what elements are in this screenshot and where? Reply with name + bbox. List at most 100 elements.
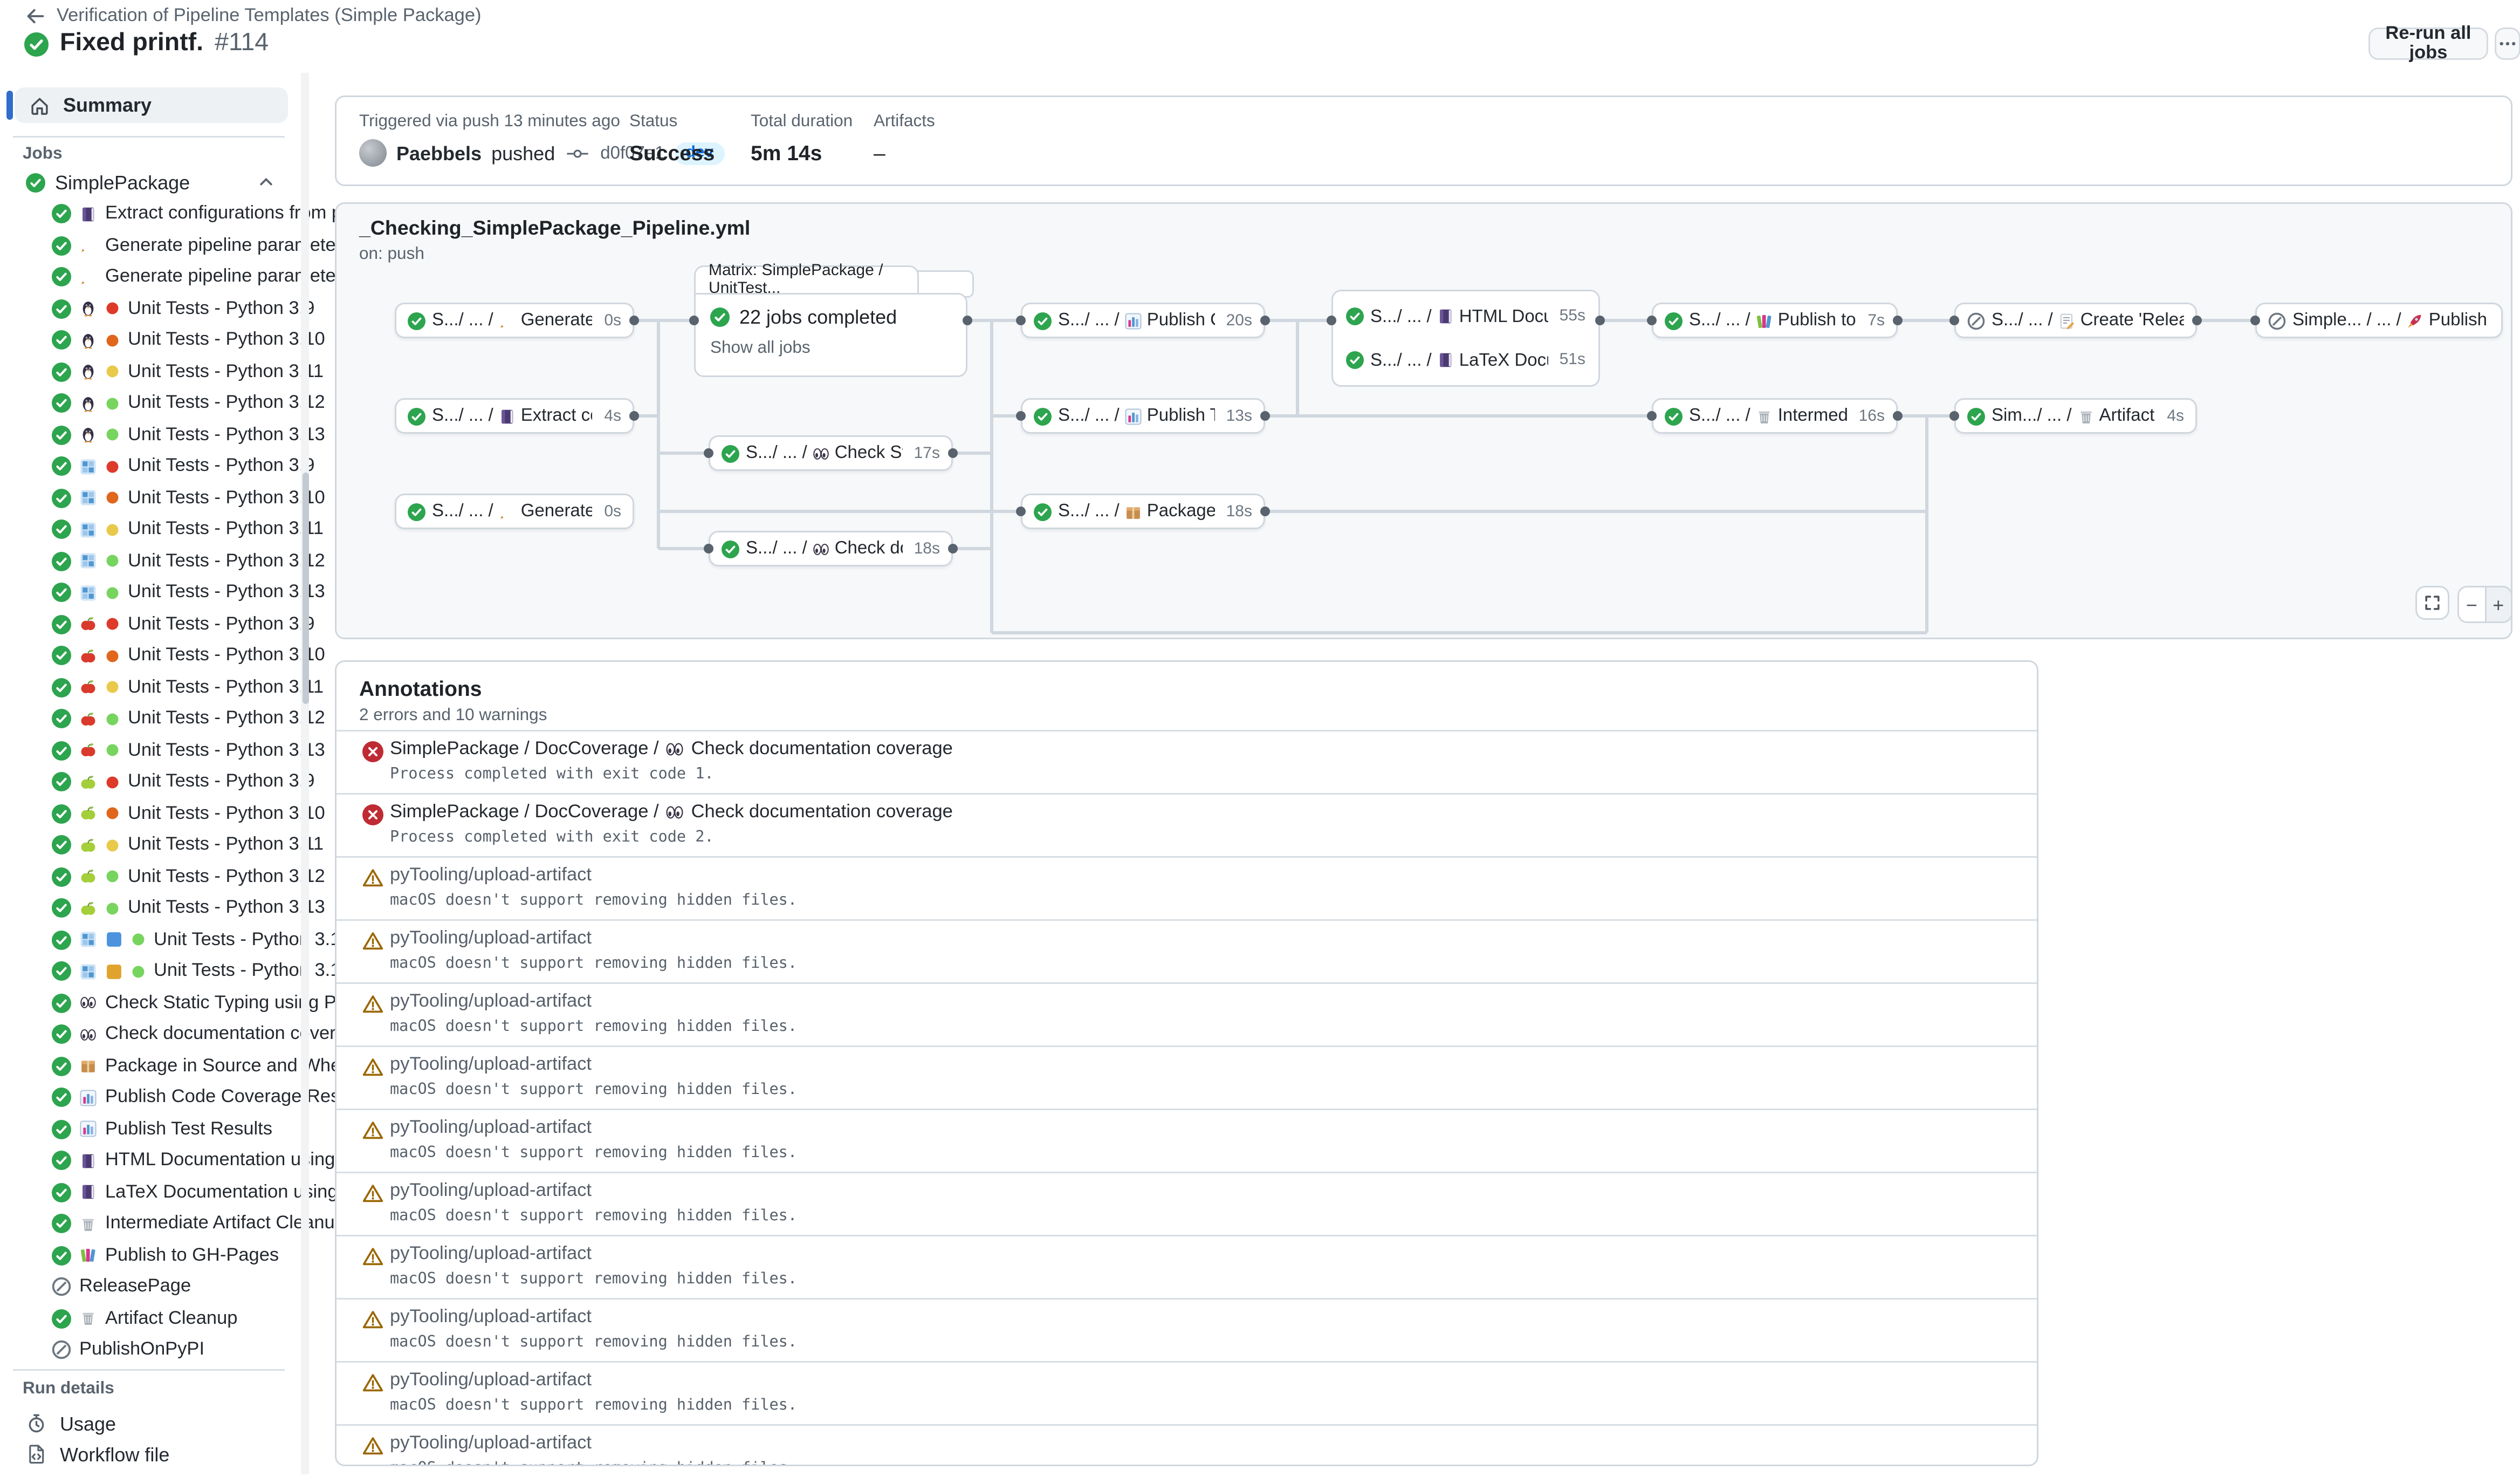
sidebar-job-item[interactable]: Check documentation covera... xyxy=(0,1019,301,1051)
annotation-message: macOS doesn't support removing hidden fi… xyxy=(390,955,797,973)
sidebar-job-item[interactable]: Unit Tests - Python 3.12 xyxy=(0,861,301,893)
book-icon xyxy=(498,407,516,425)
back-arrow-icon[interactable] xyxy=(26,6,45,26)
annotation-title[interactable]: pyTooling/upload-artifact xyxy=(390,1434,592,1453)
sidebar-job-item[interactable]: Unit Tests - Python 3.10 xyxy=(0,640,301,672)
graph-fullscreen-button[interactable] xyxy=(2415,586,2449,620)
matrix-group-header[interactable]: Matrix: SimplePackage / UnitTest... xyxy=(694,265,919,293)
sidebar-job-item[interactable]: Unit Tests - Python 3.9 xyxy=(0,767,301,798)
annotation-title[interactable]: pyTooling/upload-artifact xyxy=(390,929,592,948)
package-icon xyxy=(1124,503,1142,521)
annotation-title[interactable]: SimplePackage / DocCoverage / Check docu… xyxy=(390,740,953,759)
sidebar-job-item[interactable]: Unit Tests - Python 3.11 xyxy=(0,514,301,546)
sidebar-job-item[interactable]: Unit Tests - Python 3.13 xyxy=(0,419,301,451)
sidebar-job-item[interactable]: Unit Tests - Python 3.10 xyxy=(0,482,301,514)
graph-node[interactable]: Sim.../ ... / Artifact Cleanup4s xyxy=(1954,398,2197,434)
sidebar-job-item[interactable]: Unit Tests - Python 3.11 xyxy=(0,830,301,861)
zoom-in-button[interactable]: + xyxy=(2484,587,2511,621)
graph-node[interactable]: S.../ ... / LaTeX Docume...51s xyxy=(1346,351,1585,370)
annotation-title[interactable]: pyTooling/upload-artifact xyxy=(390,1181,592,1201)
sidebar-job-item[interactable]: Artifact Cleanup xyxy=(0,1303,301,1335)
sidebar-job-item[interactable]: Unit Tests - Python 3.9 xyxy=(0,293,301,325)
sidebar-job-item[interactable]: Unit Tests - Python 3.10 xyxy=(0,798,301,830)
sidebar-job-item[interactable]: HTML Documentation using ... xyxy=(0,1145,301,1177)
graph-node[interactable]: S.../ ... / Publish Test Re...13s xyxy=(1021,398,1265,434)
annotation-title[interactable]: pyTooling/upload-artifact xyxy=(390,1055,592,1075)
sidebar-job-item[interactable]: Generate pipeline parameters xyxy=(0,230,301,262)
sidebar-item-summary[interactable]: Summary xyxy=(15,87,288,123)
actor-name[interactable]: Paebbels xyxy=(396,142,482,165)
annotation-title[interactable]: SimplePackage / DocCoverage / Check docu… xyxy=(390,803,953,822)
check-success-icon xyxy=(52,457,71,476)
annotation-title[interactable]: pyTooling/upload-artifact xyxy=(390,992,592,1011)
sidebar-job-item[interactable]: Unit Tests - Python 3.12 xyxy=(0,956,301,988)
sidebar-job-item[interactable]: ReleasePage xyxy=(0,1271,301,1303)
check-success-icon xyxy=(52,1182,71,1202)
avatar[interactable] xyxy=(359,139,387,167)
check-success-icon xyxy=(52,836,71,855)
annotation-message: macOS doesn't support removing hidden fi… xyxy=(390,892,797,910)
dot-green-icon xyxy=(105,585,120,600)
sidebar-job-item[interactable]: Unit Tests - Python 3.12 xyxy=(0,545,301,577)
sidebar-job-item[interactable]: Check Static Typing using Pyt... xyxy=(0,987,301,1019)
annotation-title[interactable]: pyTooling/upload-artifact xyxy=(390,1371,592,1390)
graph-node[interactable]: S.../ ... / Check Static Ty...17s xyxy=(709,435,953,471)
scrollbar-thumb[interactable] xyxy=(302,473,308,704)
warning-icon xyxy=(362,867,383,888)
sidebar-job-item[interactable]: Unit Tests - Python 3.13 xyxy=(0,735,301,767)
apple-green-icon xyxy=(79,868,97,886)
sidebar-item-usage[interactable]: Usage xyxy=(13,1408,288,1439)
sidebar-scrollbar[interactable] xyxy=(301,73,309,1474)
rerun-all-jobs-button[interactable]: Re-run all jobs xyxy=(2368,28,2488,60)
sidebar-job-item[interactable]: Publish Code Coverage Results xyxy=(0,1082,301,1114)
documentation-group-node[interactable]: S.../ ... / HTML Docume...55s S.../ ... /… xyxy=(1331,290,1600,387)
sidebar-item-workflow-file[interactable]: Workflow file xyxy=(13,1439,288,1469)
annotation-title[interactable]: pyTooling/upload-artifact xyxy=(390,866,592,885)
sidebar-job-item[interactable]: LaTeX Documentation using ... xyxy=(0,1177,301,1208)
sidebar-job-item[interactable]: Unit Tests - Python 3.13 xyxy=(0,577,301,609)
sidebar-job-item[interactable]: Unit Tests - Python 3.12 xyxy=(0,388,301,420)
sidebar-job-item[interactable]: Intermediate Artifact Cleanup xyxy=(0,1208,301,1240)
matrix-group-node[interactable]: 22 jobs completed Show all jobs xyxy=(694,293,967,377)
breadcrumb-workflow-name[interactable]: Verification of Pipeline Templates (Simp… xyxy=(57,6,482,26)
kebab-menu-button[interactable] xyxy=(2495,28,2520,60)
sidebar-job-item[interactable]: Unit Tests - Python 3.11 xyxy=(0,672,301,703)
graph-node[interactable]: S.../ ... / Generate pipelin...0s xyxy=(395,494,634,529)
graph-node[interactable]: Simple... / ... / Publish to PyPI xyxy=(2255,303,2503,338)
sidebar-job-item[interactable]: Unit Tests - Python 3.9 xyxy=(0,608,301,640)
graph-node[interactable]: S.../ ... / Check docume...18s xyxy=(709,531,953,566)
node-duration: 7s xyxy=(1863,312,1885,330)
annotation-message: macOS doesn't support removing hidden fi… xyxy=(390,1144,797,1162)
sidebar-job-item[interactable]: Unit Tests - Python 3.13 xyxy=(0,893,301,925)
sidebar-job-item[interactable]: Unit Tests - Python 3.9 xyxy=(0,451,301,483)
graph-node[interactable]: S.../ ... / Publish to GH-P...7s xyxy=(1652,303,1898,338)
sidebar-job-item[interactable]: Unit Tests - Python 3.11 xyxy=(0,356,301,388)
annotation-title[interactable]: pyTooling/upload-artifact xyxy=(390,1308,592,1327)
sidebar-job-item[interactable]: PublishOnPyPI xyxy=(0,1335,301,1366)
book-icon xyxy=(79,205,97,223)
graph-node[interactable]: S.../ ... / Create 'Release Pa... xyxy=(1954,303,2197,338)
sidebar-group-simplepackage[interactable]: SimplePackage xyxy=(13,167,288,197)
graph-node[interactable]: S.../ ... / Package in Sou...18s xyxy=(1021,494,1265,529)
show-all-jobs-link[interactable]: Show all jobs xyxy=(710,338,951,358)
annotation-title[interactable]: pyTooling/upload-artifact xyxy=(390,1244,592,1264)
sidebar-job-item[interactable]: Extract configurations from p... xyxy=(0,199,301,230)
chevron-up-icon[interactable] xyxy=(257,173,275,191)
dot-orange-icon xyxy=(105,648,120,663)
sidebar-job-item[interactable]: Unit Tests - Python 3.12 xyxy=(0,924,301,956)
sidebar-job-item[interactable]: Generate pipeline parameters xyxy=(0,262,301,293)
sidebar-job-item[interactable]: Package in Source and Wheel... xyxy=(0,1050,301,1082)
sidebar-job-item[interactable]: Unit Tests - Python 3.10 xyxy=(0,325,301,357)
sidebar-job-item[interactable]: Unit Tests - Python 3.12 xyxy=(0,703,301,735)
sidebar-job-item[interactable]: Publish to GH-Pages xyxy=(0,1240,301,1271)
sidebar-job-item[interactable]: Publish Test Results xyxy=(0,1113,301,1145)
group-label: SimplePackage xyxy=(55,171,190,194)
annotation-title[interactable]: pyTooling/upload-artifact xyxy=(390,1118,592,1138)
graph-node[interactable]: S.../ ... / Generate pipelin...0s xyxy=(395,303,634,338)
graph-node[interactable]: S.../ ... / Publish Code C...20s xyxy=(1021,303,1265,338)
graph-node[interactable]: S.../ ... / Intermediate A...16s xyxy=(1652,398,1898,434)
graph-node[interactable]: S.../ ... / HTML Docume...55s xyxy=(1346,307,1585,326)
annotation-warning-row: pyTooling/upload-artifactmacOS doesn't s… xyxy=(337,1424,2037,1466)
graph-node[interactable]: S.../ ... / Extract configur...4s xyxy=(395,398,634,434)
zoom-out-button[interactable]: − xyxy=(2459,587,2484,621)
